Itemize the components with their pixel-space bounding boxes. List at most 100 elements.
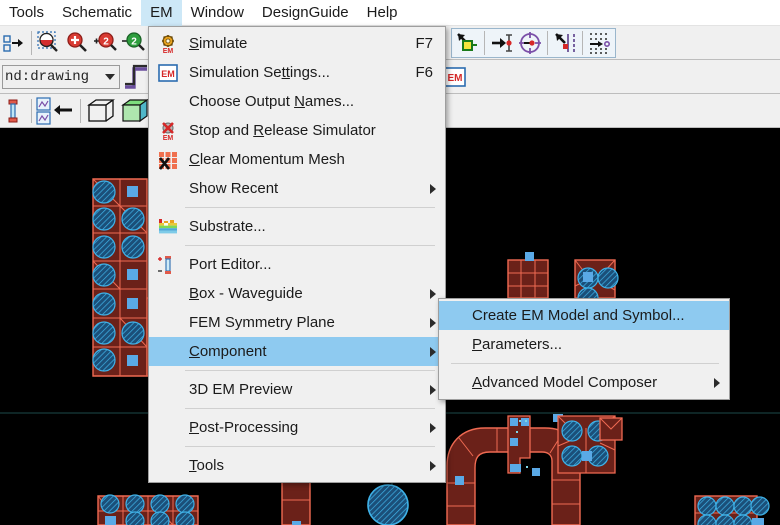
toolbar-separator [31, 98, 32, 123]
em-gear-icon: EM [157, 33, 179, 55]
port-editor-icon[interactable] [1, 98, 27, 124]
toolbar-separator [547, 30, 548, 55]
menu-separator [185, 245, 435, 246]
zoom-in-2x-icon[interactable]: 2 [92, 30, 118, 56]
submenu-arrow-icon [430, 346, 436, 357]
svg-text:EM: EM [163, 48, 174, 54]
svg-text:2: 2 [103, 36, 109, 47]
menu-item-label: 3D EM Preview [189, 381, 293, 398]
svg-text:EM: EM [163, 135, 174, 141]
move-hierarchy-icon[interactable] [1, 30, 27, 56]
menubar-item-em[interactable]: EM [141, 0, 182, 26]
svg-text:EM: EM [448, 73, 463, 84]
menu-separator [451, 363, 719, 364]
menu-item-label: Tools [189, 457, 225, 474]
menubar-item-help[interactable]: Help [358, 0, 407, 26]
ads-em-layout-window: Tools Schematic EM Window DesignGuide He… [0, 0, 780, 525]
mesh-block-bottom-left [97, 494, 199, 525]
menu-item-simulate[interactable]: EM Simulate F7 [149, 29, 445, 58]
menu-item-label: Simulation Settings... [189, 64, 330, 81]
svg-text:EM: EM [161, 69, 175, 79]
snap-port-icon[interactable] [552, 30, 578, 56]
menu-item-label: Clear Momentum Mesh [189, 151, 345, 168]
submenu-item-advanced-model-composer[interactable]: Advanced Model Composer [439, 368, 729, 397]
menu-item-accel: F6 [415, 64, 433, 81]
menubar-item-window[interactable]: Window [182, 0, 253, 26]
menu-item-label: Simulate [189, 35, 248, 52]
clear-mesh-icon [157, 149, 179, 171]
solid-cube-icon[interactable] [119, 98, 151, 124]
em-dropdown-menu[interactable]: EM Simulate F7 EM Simulation Settings...… [148, 26, 446, 483]
menu-item-label: Advanced Model Composer [472, 374, 658, 391]
menu-item-label: Port Editor... [189, 256, 272, 273]
submenu-arrow-icon [714, 377, 720, 388]
menu-item-label: FEM Symmetry Plane [189, 314, 335, 331]
mesh-block-bottom-right [694, 495, 770, 525]
em-stop-icon: EM [157, 120, 179, 142]
insert-pin-icon[interactable] [454, 30, 480, 56]
menubar-item-designguide[interactable]: DesignGuide [253, 0, 358, 26]
chevron-down-icon[interactable] [105, 73, 115, 80]
port-editor-icon [157, 254, 179, 276]
cell-view-combo[interactable]: nd:drawing [2, 64, 120, 89]
menu-bar: Tools Schematic EM Window DesignGuide He… [0, 0, 780, 26]
submenu-item-create-em-model-and-symbol[interactable]: Create EM Model and Symbol... [439, 301, 729, 330]
svg-text:2: 2 [131, 36, 137, 47]
menu-item-label: Box - Waveguide [189, 285, 303, 302]
menu-item-label: Substrate... [189, 218, 266, 235]
menu-item-label: Show Recent [189, 180, 279, 197]
menu-item-3d-em-preview[interactable]: 3D EM Preview [149, 375, 445, 404]
menu-item-component[interactable]: Component [149, 337, 445, 366]
wireframe-cube-icon[interactable] [85, 98, 117, 124]
submenu-arrow-icon [430, 288, 436, 299]
toolbar-separator [80, 98, 81, 123]
menubar-item-schematic[interactable]: Schematic [53, 0, 141, 26]
menu-item-label: Parameters... [472, 336, 563, 353]
zoom-in-icon[interactable] [64, 30, 90, 56]
menu-item-show-recent[interactable]: Show Recent [149, 174, 445, 203]
component-submenu[interactable]: Create EM Model and Symbol... Parameters… [438, 298, 730, 400]
toolbar-separator [582, 30, 583, 55]
menu-item-label: Stop and Release Simulator [189, 122, 376, 139]
menu-item-substrate[interactable]: Substrate... [149, 212, 445, 241]
submenu-arrow-icon [430, 460, 436, 471]
submenu-arrow-icon [430, 317, 436, 328]
zoom-area-icon[interactable] [36, 30, 62, 56]
submenu-item-parameters[interactable]: Parameters... [439, 330, 729, 359]
menu-separator [185, 408, 435, 409]
menu-separator [185, 446, 435, 447]
menu-item-post-processing[interactable]: Post-Processing [149, 413, 445, 442]
menubar-item-tools[interactable]: Tools [0, 0, 53, 26]
menu-item-label: Choose Output Names... [189, 93, 355, 110]
menu-item-box-waveguide[interactable]: Box - Waveguide [149, 279, 445, 308]
menu-item-fem-symmetry-plane[interactable]: FEM Symmetry Plane [149, 308, 445, 337]
menu-item-accel: F7 [415, 35, 433, 52]
mesh-block-far-right-small [599, 417, 623, 441]
insert-array-icon[interactable] [587, 30, 613, 56]
zoom-out-2x-icon[interactable]: 2 [120, 30, 146, 56]
menu-item-clear-momentum-mesh[interactable]: Clear Momentum Mesh [149, 145, 445, 174]
menu-item-port-editor[interactable]: Port Editor... [149, 250, 445, 279]
insert-circle-port-icon[interactable] [517, 30, 543, 56]
em-port-toolbar-group [451, 27, 616, 58]
menu-item-stop-release-simulator[interactable]: EM Stop and Release Simulator [149, 116, 445, 145]
insert-port-icon[interactable] [489, 30, 515, 56]
menu-separator [185, 370, 435, 371]
submenu-arrow-icon [430, 422, 436, 433]
mesh-block-topright-grid [507, 252, 549, 299]
menu-item-simulation-settings[interactable]: EM Simulation Settings... F6 [149, 58, 445, 87]
menu-item-label: Component [189, 343, 267, 360]
submenu-arrow-icon [430, 384, 436, 395]
em-box-icon: EM [157, 62, 179, 84]
menu-separator [185, 207, 435, 208]
menu-item-tools[interactable]: Tools [149, 451, 445, 480]
submenu-arrow-icon [430, 183, 436, 194]
toolbar-separator [31, 30, 32, 55]
menu-item-choose-output-names[interactable]: Choose Output Names... [149, 87, 445, 116]
substrate-icon [157, 216, 179, 238]
cell-view-combo-value: nd:drawing [5, 68, 90, 85]
substrate-arrow-icon[interactable] [36, 96, 76, 125]
menu-item-label: Create EM Model and Symbol... [472, 307, 685, 324]
toolbar-separator [484, 30, 485, 55]
menu-item-label: Post-Processing [189, 419, 299, 436]
